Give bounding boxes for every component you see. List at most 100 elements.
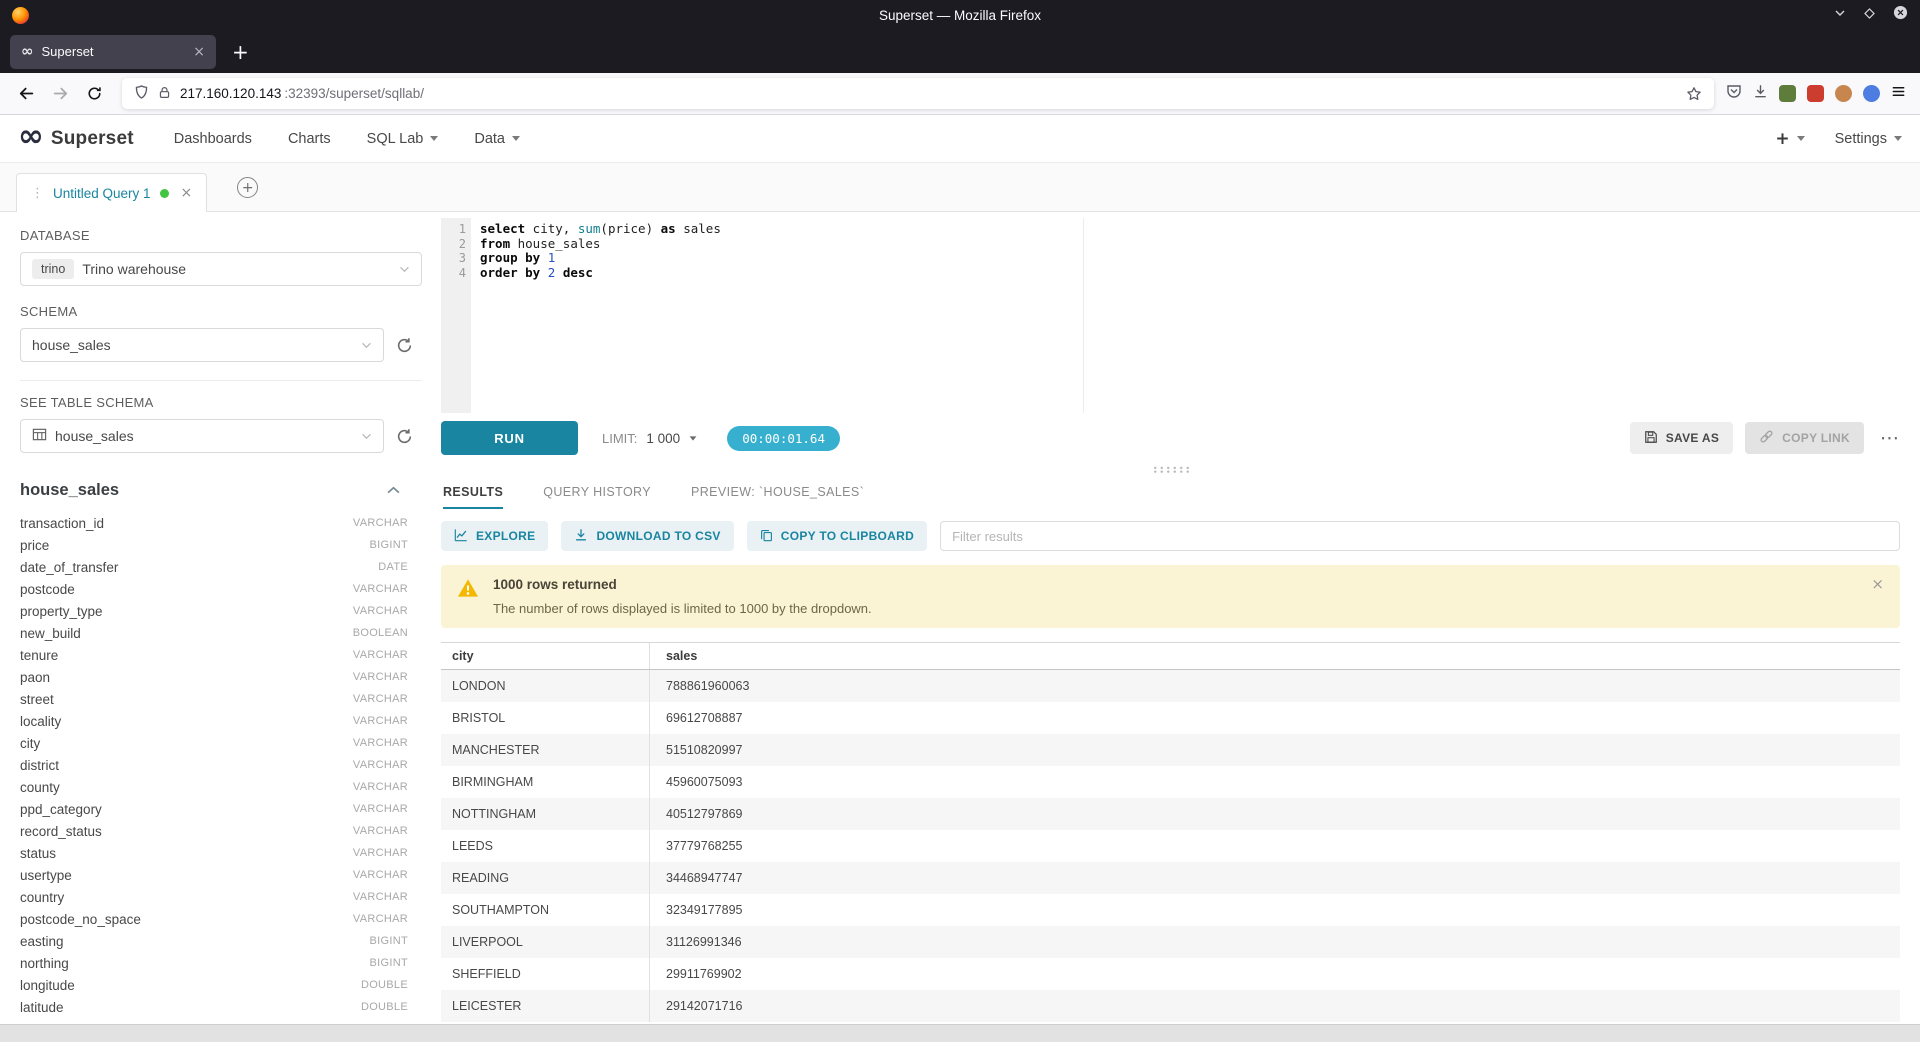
extension-icon[interactable]: [1807, 85, 1824, 102]
forward-button[interactable]: [44, 78, 76, 110]
schema-select[interactable]: house_sales: [20, 328, 384, 362]
column-row[interactable]: date_of_transferDATE: [20, 556, 422, 578]
pane-splitter[interactable]: [441, 463, 1900, 475]
nav-item-charts[interactable]: Charts: [288, 131, 331, 147]
reload-button[interactable]: [78, 78, 110, 110]
copy-link-button[interactable]: COPY LINK: [1745, 422, 1864, 454]
column-row[interactable]: property_typeVARCHAR: [20, 600, 422, 622]
extension-icon[interactable]: [1863, 85, 1880, 102]
close-icon[interactable]: ×: [1871, 575, 1884, 593]
superset-logo[interactable]: ∞ Superset: [18, 126, 134, 152]
window-maximize-button[interactable]: [1864, 6, 1875, 24]
refresh-schema-icon[interactable]: [396, 337, 413, 354]
explore-button[interactable]: EXPLORE: [441, 521, 548, 551]
column-row[interactable]: countyVARCHAR: [20, 776, 422, 798]
new-tab-button[interactable]: +: [232, 42, 249, 62]
column-row[interactable]: statusVARCHAR: [20, 842, 422, 864]
table-select[interactable]: house_sales: [20, 419, 384, 453]
chevron-up-icon[interactable]: [387, 486, 400, 495]
column-row[interactable]: postcode_no_spaceVARCHAR: [20, 908, 422, 930]
column-row[interactable]: record_statusVARCHAR: [20, 820, 422, 842]
column-row[interactable]: northingBIGINT: [20, 952, 422, 974]
nav-item-data[interactable]: Data: [474, 131, 520, 147]
filter-results-input[interactable]: [940, 521, 1900, 551]
shield-icon[interactable]: [134, 84, 149, 103]
account-avatar-icon[interactable]: [1835, 85, 1852, 102]
cell-sales: 45960075093: [649, 766, 1900, 798]
save-as-button[interactable]: SAVE AS: [1630, 422, 1733, 454]
limit-value: 1 000: [646, 431, 680, 446]
settings-menu[interactable]: Settings: [1835, 131, 1902, 147]
column-row[interactable]: ppd_categoryVARCHAR: [20, 798, 422, 820]
drag-handle-icon: ⋮: [31, 186, 44, 201]
cell-city: SOUTHAMPTON: [441, 903, 649, 917]
lock-icon[interactable]: [158, 85, 171, 103]
column-row[interactable]: streetVARCHAR: [20, 688, 422, 710]
column-row[interactable]: paonVARCHAR: [20, 666, 422, 688]
close-icon[interactable]: ×: [181, 185, 193, 201]
column-row[interactable]: transaction_idVARCHAR: [20, 512, 422, 534]
query-status-dot: [160, 189, 169, 198]
column-row[interactable]: tenureVARCHAR: [20, 644, 422, 666]
nav-item-sql-lab[interactable]: SQL Lab: [367, 131, 439, 147]
new-menu-button[interactable]: +: [1775, 129, 1804, 149]
save-icon: [1644, 430, 1658, 447]
tab-query-history[interactable]: QUERY HISTORY: [543, 485, 651, 509]
url-bar[interactable]: 217.160.120.143:32393/superset/sqllab/: [122, 78, 1714, 109]
schema-value: house_sales: [32, 337, 111, 353]
tab-preview[interactable]: PREVIEW: `HOUSE_SALES`: [691, 485, 864, 509]
column-name: county: [20, 780, 60, 795]
save-as-label: SAVE AS: [1666, 431, 1719, 445]
copy-icon: [760, 528, 773, 545]
nav-item-label: Dashboards: [174, 131, 252, 147]
run-button[interactable]: RUN: [441, 421, 578, 455]
query-tab[interactable]: ⋮ Untitled Query 1 ×: [16, 173, 207, 212]
bookmark-star-icon[interactable]: [1686, 86, 1702, 102]
download-csv-button[interactable]: DOWNLOAD TO CSV: [561, 521, 733, 551]
table-row: READING34468947747: [441, 862, 1900, 894]
firefox-navbar: 217.160.120.143:32393/superset/sqllab/: [0, 73, 1920, 115]
column-name: locality: [20, 714, 61, 729]
refresh-tables-icon[interactable]: [396, 428, 413, 445]
column-row[interactable]: latitudeDOUBLE: [20, 996, 422, 1018]
column-row[interactable]: countryVARCHAR: [20, 886, 422, 908]
column-type: VARCHAR: [353, 649, 408, 661]
column-row[interactable]: priceBIGINT: [20, 534, 422, 556]
column-row[interactable]: longitudeDOUBLE: [20, 974, 422, 996]
copy-to-clipboard-button[interactable]: COPY TO CLIPBOARD: [747, 521, 927, 551]
cell-sales: 32349177895: [649, 894, 1900, 926]
downloads-icon[interactable]: [1753, 84, 1768, 104]
column-row[interactable]: cityVARCHAR: [20, 732, 422, 754]
results-table-header[interactable]: city sales: [441, 642, 1900, 670]
tab-results[interactable]: RESULTS: [443, 485, 503, 509]
window-close-button[interactable]: [1893, 5, 1908, 25]
limit-dropdown[interactable]: LIMIT: 1 000: [602, 431, 697, 446]
column-row[interactable]: postcodeVARCHAR: [20, 578, 422, 600]
editor-code[interactable]: select city, sum(price) as salesfrom hou…: [471, 218, 1900, 413]
back-button[interactable]: [10, 78, 42, 110]
menu-icon[interactable]: [1891, 84, 1906, 104]
column-row[interactable]: new_buildBOOLEAN: [20, 622, 422, 644]
column-row[interactable]: localityVARCHAR: [20, 710, 422, 732]
close-icon[interactable]: ×: [193, 44, 205, 60]
column-row[interactable]: usertypeVARCHAR: [20, 864, 422, 886]
sql-editor[interactable]: 1234 select city, sum(price) as salesfro…: [441, 218, 1900, 413]
more-options-button[interactable]: ⋯: [1880, 427, 1900, 449]
nav-item-dashboards[interactable]: Dashboards: [174, 131, 252, 147]
new-query-tab-button[interactable]: +: [237, 177, 258, 198]
pocket-icon[interactable]: [1726, 83, 1742, 104]
column-type: DOUBLE: [361, 1001, 408, 1013]
column-name: paon: [20, 670, 50, 685]
window-minimize-button[interactable]: [1834, 6, 1846, 24]
cell-city: SHEFFIELD: [441, 967, 649, 981]
column-name: record_status: [20, 824, 102, 839]
database-select[interactable]: trino Trino warehouse: [20, 252, 422, 286]
column-header-city[interactable]: city: [441, 649, 649, 663]
column-header-sales[interactable]: sales: [649, 643, 1900, 669]
extension-icon[interactable]: [1779, 85, 1796, 102]
table-schema-header[interactable]: house_sales: [20, 481, 422, 500]
column-row[interactable]: eastingBIGINT: [20, 930, 422, 952]
cell-sales: 29911769902: [649, 958, 1900, 990]
column-row[interactable]: districtVARCHAR: [20, 754, 422, 776]
browser-tab[interactable]: ∞ Superset ×: [10, 35, 216, 69]
